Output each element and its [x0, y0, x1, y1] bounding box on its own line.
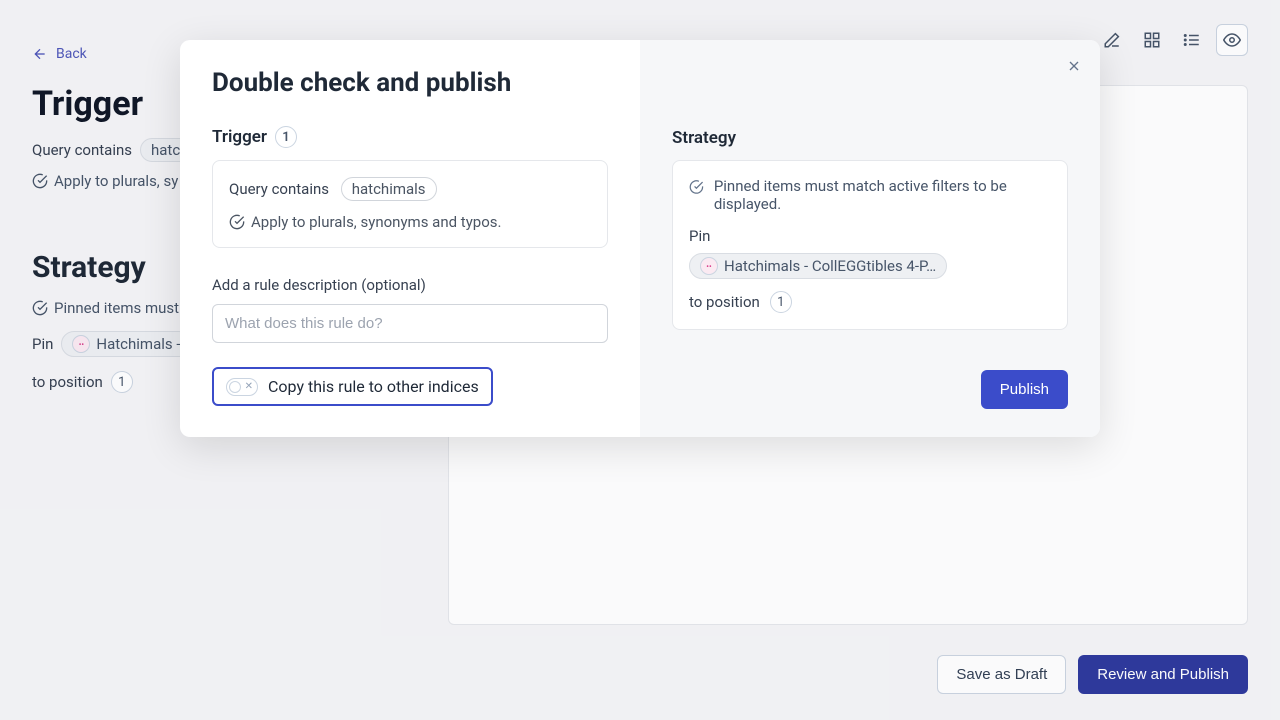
trigger-card: Query contains hatchimals Apply to plura… [212, 160, 608, 248]
trigger-label: Trigger [212, 127, 267, 147]
publish-button[interactable]: Publish [981, 370, 1068, 409]
close-icon [1066, 58, 1082, 74]
publish-row: Publish [672, 330, 1068, 409]
trigger-section-title: Trigger 1 [212, 126, 608, 148]
toggle-switch[interactable]: ✕ [226, 378, 258, 396]
close-icon: ✕ [245, 381, 253, 392]
strategy-label: Strategy [672, 128, 736, 148]
to-position-row: to position 1 [689, 291, 1051, 313]
close-button[interactable] [1066, 58, 1082, 74]
description-input[interactable] [212, 304, 608, 343]
pin-chip-row: •• Hatchimals - CollEGGtibles 4-P… [689, 253, 1051, 279]
modal-left-panel: Double check and publish Trigger 1 Query… [180, 40, 640, 437]
apply-label: Apply to plurals, synonyms and typos. [251, 213, 501, 231]
publish-modal: Double check and publish Trigger 1 Query… [180, 40, 1100, 437]
position-badge: 1 [770, 291, 792, 313]
info-row: Pinned items must match active filters t… [689, 177, 1051, 213]
copy-rule-label: Copy this rule to other indices [268, 377, 479, 396]
check-circle-icon [689, 179, 704, 195]
pin-label: Pin [689, 227, 1051, 245]
check-circle-icon [229, 214, 245, 230]
query-contains-label: Query contains [229, 180, 329, 198]
query-tag: hatchimals [341, 177, 437, 201]
description-label: Add a rule description (optional) [212, 276, 608, 294]
query-contains-row: Query contains hatchimals [229, 177, 591, 201]
item-icon: •• [700, 257, 718, 275]
to-position-label: to position [689, 293, 760, 311]
pinned-item-label: Hatchimals - CollEGGtibles 4-P… [724, 257, 936, 275]
modal-title: Double check and publish [212, 68, 608, 98]
apply-row: Apply to plurals, synonyms and typos. [229, 213, 591, 231]
pinned-item-chip: •• Hatchimals - CollEGGtibles 4-P… [689, 253, 947, 279]
modal-right-panel: Strategy Pinned items must match active … [640, 40, 1100, 437]
strategy-section-title: Strategy [672, 128, 1068, 148]
info-text: Pinned items must match active filters t… [714, 177, 1051, 213]
strategy-card: Pinned items must match active filters t… [672, 160, 1068, 330]
copy-rule-toggle-group[interactable]: ✕ Copy this rule to other indices [212, 367, 493, 406]
trigger-count-badge: 1 [275, 126, 297, 148]
